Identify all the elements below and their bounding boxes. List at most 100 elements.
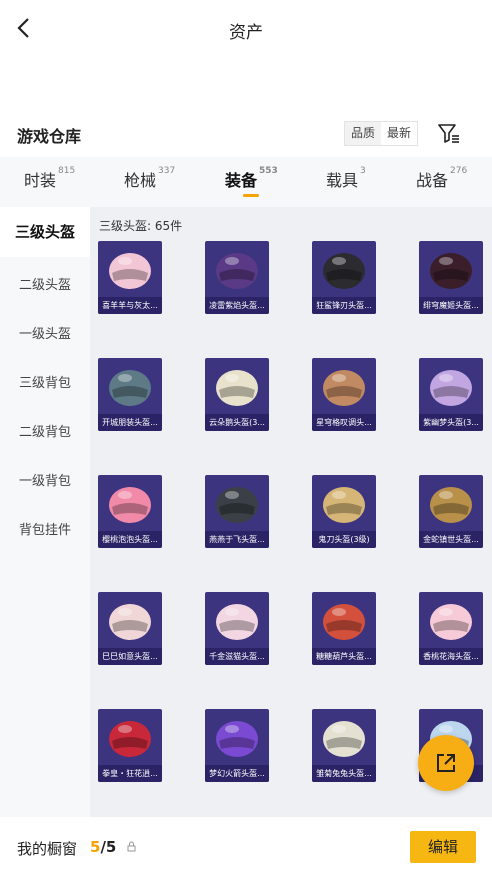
item-name: 千金滋猫头盔...: [205, 648, 269, 665]
item-name: 星穹格叹调头...: [312, 414, 376, 431]
item-card[interactable]: 绯穹魔姬头盔...: [419, 241, 483, 314]
page-title: 资产: [229, 23, 263, 43]
sort-toggle: 品质 最新: [344, 121, 419, 146]
edit-button[interactable]: 编辑: [410, 831, 476, 863]
tab-label: 时装: [24, 171, 57, 190]
item-card[interactable]: 开城朋装头盔...: [98, 358, 162, 431]
helmet-icon: [205, 592, 269, 648]
filter-icon: [438, 124, 459, 143]
filter-button[interactable]: [436, 120, 462, 146]
item-card[interactable]: 鬼刀头盔(3级): [312, 475, 376, 548]
helmet-icon: [98, 709, 162, 765]
item-card[interactable]: 拳皇・狂花逍...: [98, 709, 162, 782]
item-card[interactable]: 金蛇镇世头盔...: [419, 475, 483, 548]
helmet-icon: [205, 709, 269, 765]
tab-supplies[interactable]: 战备 276: [416, 166, 468, 191]
helmet-icon: [98, 358, 162, 414]
item-card[interactable]: 樱桃泡泡头盔...: [98, 475, 162, 548]
item-card[interactable]: 星穹格叹调头...: [312, 358, 376, 431]
item-card[interactable]: 香桃花海头盔...: [419, 592, 483, 665]
helmet-icon: [312, 592, 376, 648]
item-name: 喜羊羊与灰太...: [98, 297, 162, 314]
helmet-icon: [419, 358, 483, 414]
tab-label: 战备: [416, 171, 449, 190]
tab-count: 337: [158, 166, 176, 176]
lock-icon: [127, 841, 136, 852]
sidebar-item-backpack-l3[interactable]: 三级背包: [0, 372, 90, 391]
top-bar: 资产: [0, 0, 492, 58]
section-header: 游戏仓库 品质 最新: [0, 116, 492, 152]
showcase-label: 我的橱窗: [17, 840, 78, 858]
tab-count: 815: [58, 166, 76, 176]
item-name: 樱桃泡泡头盔...: [98, 531, 162, 548]
item-name: 雏菊兔兔头盔...: [312, 765, 376, 782]
item-name: 紫幽梦头盔(3...: [419, 414, 483, 431]
tab-fashion[interactable]: 时装 815: [24, 166, 76, 191]
category-tabs: 时装 815 枪械 337 装备 553 载具 3 战备 276: [0, 157, 492, 207]
item-name: 凌雷紫焰头盔...: [205, 297, 269, 314]
tab-weapons[interactable]: 枪械 337: [124, 166, 176, 191]
item-count-label: 三级头盔: 65件: [99, 219, 183, 233]
external-link-icon: [437, 754, 455, 772]
item-grid: 三级头盔: 65件 喜羊羊与灰太... 凌雷紫焰头盔... 狂鲨锋刃头盔... 绯穹魔…: [90, 207, 492, 817]
item-card[interactable]: 雏菊兔兔头盔...: [312, 709, 376, 782]
sidebar-item-helmet-l1[interactable]: 一级头盔: [0, 323, 90, 342]
helmet-icon: [419, 592, 483, 648]
item-name: 巳巳如意头盔...: [98, 648, 162, 665]
tab-count: 3: [360, 166, 366, 176]
sidebar-item-helmet-l2[interactable]: 二级头盔: [0, 274, 90, 293]
item-name: 金蛇镇世头盔...: [419, 531, 483, 548]
tab-vehicles[interactable]: 载具 3: [326, 166, 366, 191]
sort-newest-button[interactable]: 最新: [381, 122, 418, 145]
item-card[interactable]: 梦幻火箭头盔...: [205, 709, 269, 782]
item-name: 狂鲨锋刃头盔...: [312, 297, 376, 314]
showcase-count: 5/5: [90, 838, 116, 856]
share-button[interactable]: [418, 735, 474, 791]
helmet-icon: [98, 241, 162, 297]
tab-label: 载具: [326, 171, 359, 190]
item-name: 梦幻火箭头盔...: [205, 765, 269, 782]
sidebar-item-backpack-l2[interactable]: 二级背包: [0, 421, 90, 440]
item-card[interactable]: 云朵鹅头盔(3...: [205, 358, 269, 431]
item-card[interactable]: 紫幽梦头盔(3...: [419, 358, 483, 431]
item-card[interactable]: 凌雷紫焰头盔...: [205, 241, 269, 314]
helmet-icon: [312, 241, 376, 297]
helmet-icon: [98, 475, 162, 531]
item-name: 开城朋装头盔...: [98, 414, 162, 431]
helmet-icon: [205, 241, 269, 297]
item-card[interactable]: 巳巳如意头盔...: [98, 592, 162, 665]
item-card[interactable]: 狂鲨锋刃头盔...: [312, 241, 376, 314]
item-name: 鬼刀头盔(3级): [312, 531, 376, 548]
sidebar-item-backpack-l1[interactable]: 一级背包: [0, 470, 90, 489]
helmet-icon: [98, 592, 162, 648]
sidebar: 三级头盔 二级头盔 一级头盔 三级背包 二级背包 一级背包 背包挂件: [0, 207, 90, 817]
tab-count: 553: [259, 166, 278, 176]
item-card[interactable]: 喜羊羊与灰太...: [98, 241, 162, 314]
showcase-current: 5: [90, 838, 101, 856]
item-name: 云朵鹅头盔(3...: [205, 414, 269, 431]
item-name: 香桃花海头盔...: [419, 648, 483, 665]
item-name: 绯穹魔姬头盔...: [419, 297, 483, 314]
helmet-icon: [419, 475, 483, 531]
item-name: 糖糖葫芦头盔...: [312, 648, 376, 665]
tab-equipment[interactable]: 装备 553: [225, 166, 278, 191]
sort-quality-button[interactable]: 品质: [345, 122, 381, 145]
helmet-icon: [419, 241, 483, 297]
tab-active-indicator: [243, 194, 259, 197]
tab-label: 装备: [225, 171, 258, 190]
sidebar-item-helmet-l3[interactable]: 三级头盔: [0, 207, 90, 257]
section-title: 游戏仓库: [17, 127, 82, 146]
item-card[interactable]: 燕燕于飞头盔...: [205, 475, 269, 548]
tab-count: 276: [450, 166, 468, 176]
item-card[interactable]: 千金滋猫头盔...: [205, 592, 269, 665]
sidebar-item-backpack-charm[interactable]: 背包挂件: [0, 519, 90, 538]
helmet-icon: [205, 358, 269, 414]
item-name: 拳皇・狂花逍...: [98, 765, 162, 782]
showcase-total: /5: [100, 838, 117, 856]
helmet-icon: [312, 358, 376, 414]
helmet-icon: [312, 475, 376, 531]
helmet-icon: [205, 475, 269, 531]
item-name: 燕燕于飞头盔...: [205, 531, 269, 548]
item-card[interactable]: 糖糖葫芦头盔...: [312, 592, 376, 665]
tab-label: 枪械: [124, 171, 157, 190]
